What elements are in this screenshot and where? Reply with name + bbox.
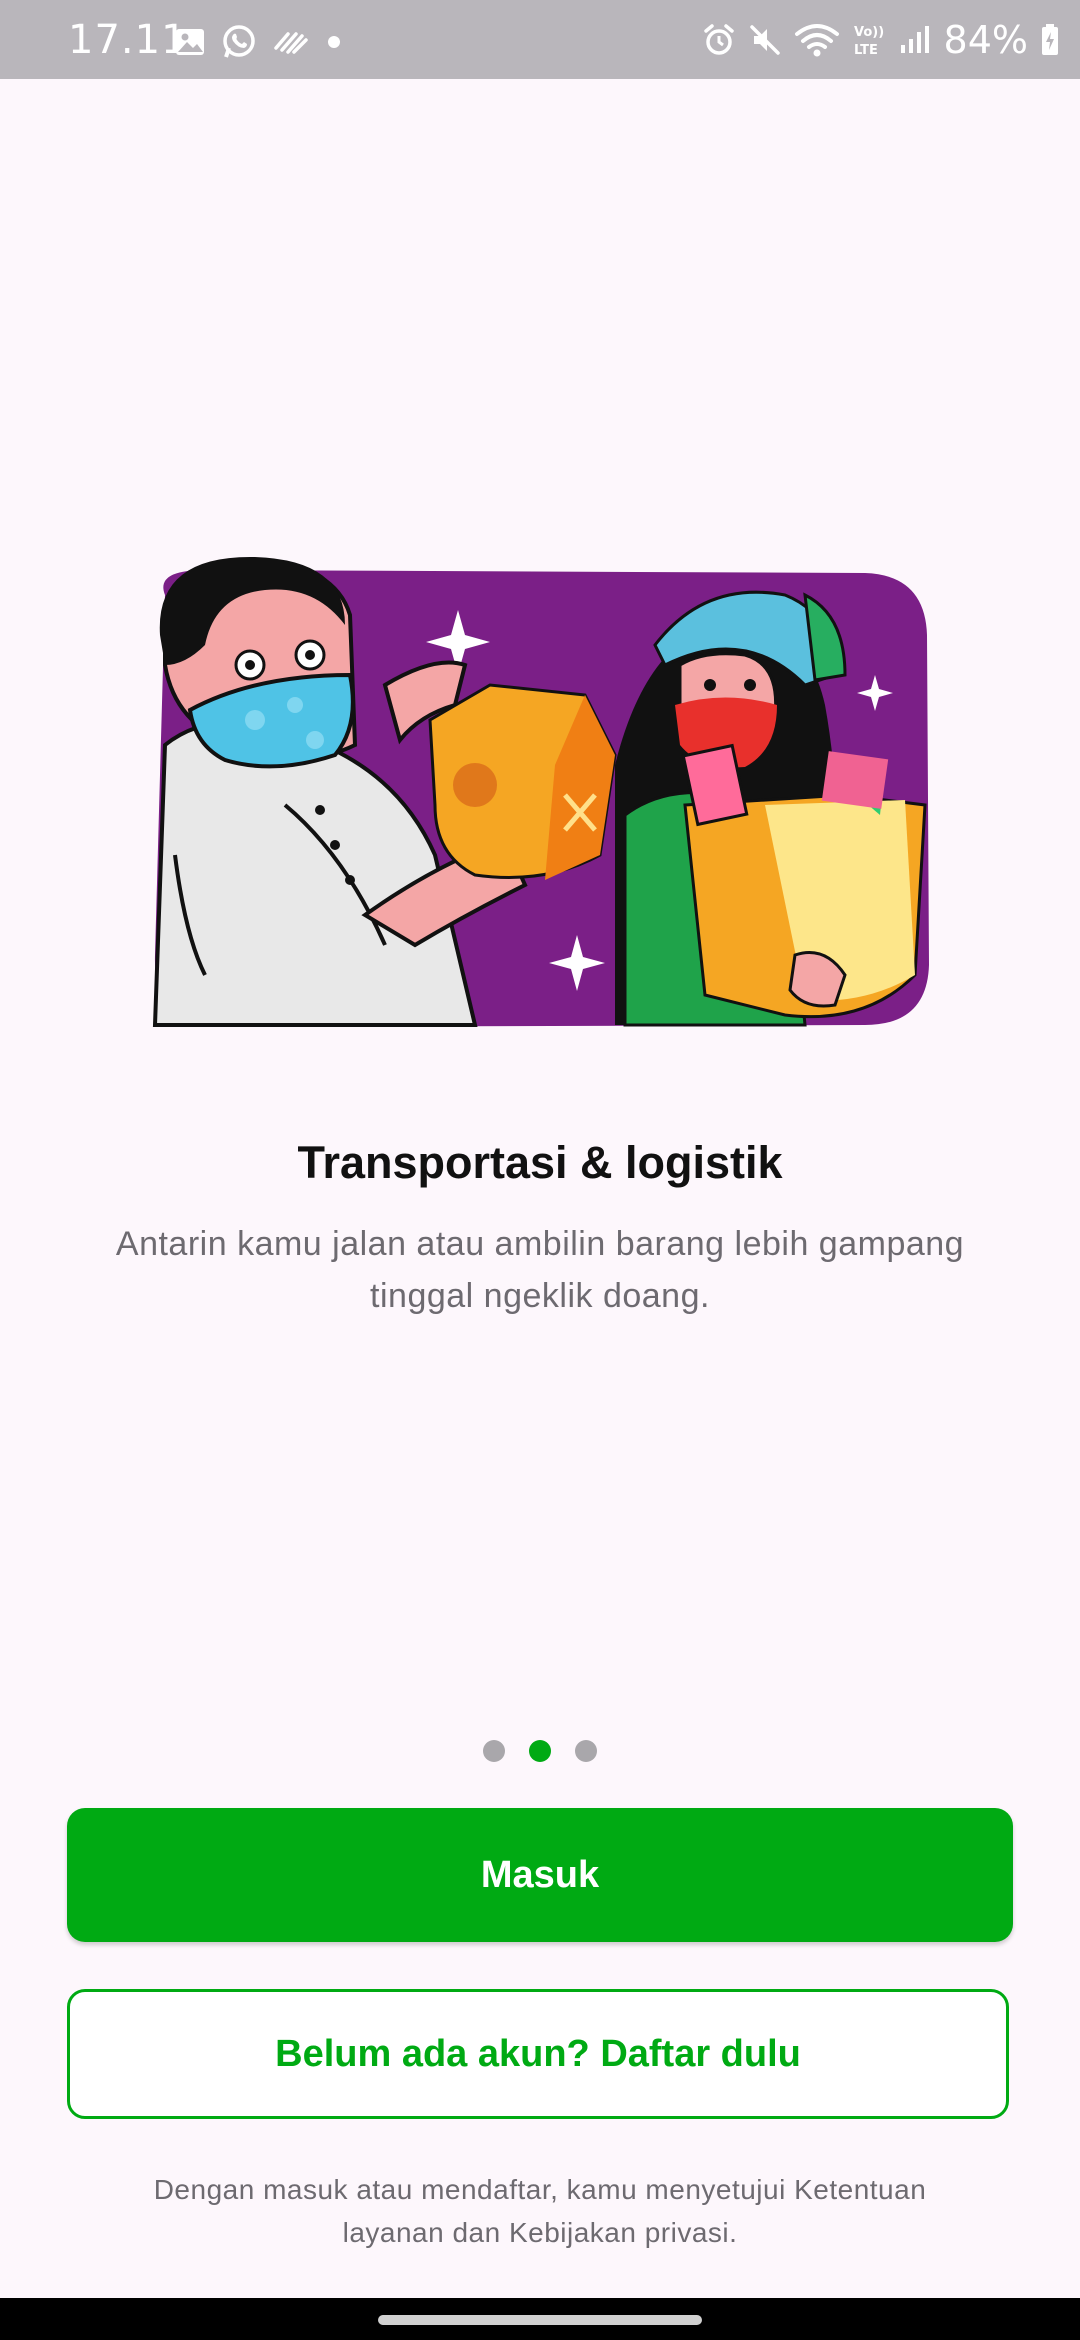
terms-text: Dengan masuk atau mendaftar, kamu menyet… (153, 2174, 927, 2248)
status-time: 17.11 (68, 17, 188, 63)
status-left-icons (174, 22, 344, 62)
svg-text:LTE: LTE (854, 43, 878, 58)
login-button[interactable]: Masuk (67, 1808, 1013, 1942)
battery-percent: 84% (943, 18, 1028, 62)
alarm-icon (702, 23, 736, 57)
register-button[interactable]: Belum ada akun? Daftar dulu (67, 1989, 1009, 2119)
mute-icon (748, 23, 782, 57)
svg-text:Vo)): Vo)) (854, 25, 884, 40)
onboarding-title: Transportasi & logistik (297, 1137, 783, 1188)
wifi-icon (794, 21, 840, 59)
volte-icon: Vo)) LTE (852, 21, 886, 59)
gallery-icon (174, 26, 206, 58)
status-right-icons: Vo)) LTE 84% (702, 18, 1060, 62)
signal-icon (898, 23, 932, 57)
home-gesture-handle[interactable] (378, 2315, 702, 2325)
page-dot-3[interactable] (575, 1740, 597, 1762)
whatsapp-icon (220, 23, 258, 61)
page-dot-1[interactable] (483, 1740, 505, 1762)
onboarding-illustration (145, 555, 940, 1035)
page-indicator (0, 1740, 1080, 1762)
onboarding-subtitle: Antarin kamu jalan atau ambilin barang l… (115, 1225, 965, 1315)
battery-icon (1040, 23, 1060, 57)
page-dot-2-active[interactable] (529, 1740, 551, 1762)
dot-icon (324, 32, 344, 52)
app-notification-icon (272, 26, 310, 58)
status-bar: 17.11 Vo)) LTE 84% (0, 0, 1080, 79)
